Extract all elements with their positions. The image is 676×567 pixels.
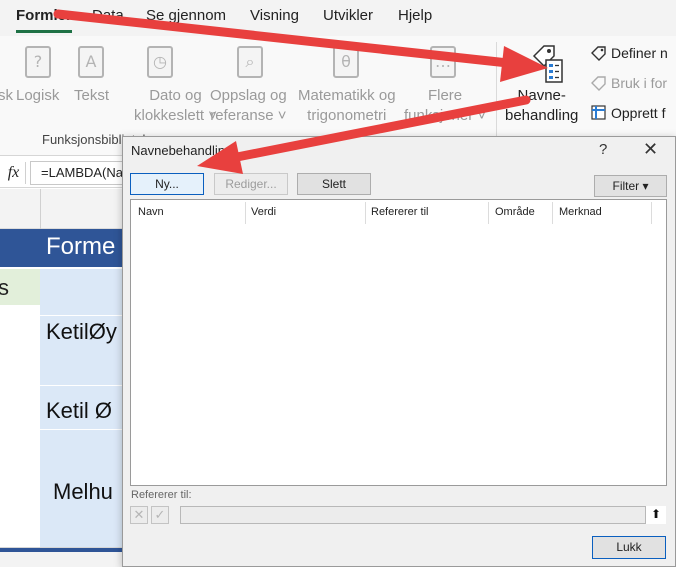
- close-icon[interactable]: ✕: [643, 139, 658, 160]
- theta-book-icon: θ: [333, 46, 359, 78]
- math-trig-functions-button[interactable]: Matematikk og trigonometri: [298, 86, 396, 126]
- tag-disabled-icon: [591, 76, 606, 91]
- names-list[interactable]: Navn Verdi Refererer til Område Merknad: [130, 199, 667, 486]
- text-book-icon: A: [78, 46, 104, 78]
- collapse-dialog-icon[interactable]: ⬆: [645, 506, 666, 524]
- filter-dropdown[interactable]: Filter ▾: [594, 175, 667, 197]
- column-separator[interactable]: [365, 202, 366, 224]
- more-functions-button[interactable]: Flere funksjoner ˅: [404, 86, 486, 126]
- column-separator[interactable]: [552, 202, 553, 224]
- create-from-selection-button[interactable]: Opprett f: [591, 105, 665, 121]
- date-time-functions-button[interactable]: Dato og klokkeslett ˅: [134, 86, 217, 126]
- new-name-button[interactable]: Ny...: [130, 173, 204, 195]
- define-name-button[interactable]: Definer n: [591, 45, 668, 61]
- create-from-selection-icon: [591, 105, 606, 120]
- cell-ketiloy[interactable]: KetilØy: [46, 319, 117, 345]
- table-header-text: Forme: [46, 233, 116, 260]
- active-tab-indicator: [16, 30, 72, 33]
- question-book-icon: ?: [25, 46, 51, 78]
- insert-function-icon[interactable]: fx: [2, 162, 26, 184]
- column-separator[interactable]: [245, 202, 246, 224]
- ribbon-item-cut-label: sk: [0, 87, 13, 104]
- row-divider: [40, 315, 122, 316]
- edit-name-button[interactable]: Rediger...: [214, 173, 288, 195]
- column-header-scope[interactable]: Område: [495, 206, 535, 218]
- clock-book-icon: ◷: [147, 46, 173, 78]
- dialog-title: Navnebehandling: [131, 143, 233, 158]
- column-header-refers-to[interactable]: Refererer til: [371, 206, 428, 218]
- column-header-comment[interactable]: Merknad: [559, 206, 602, 218]
- refers-to-label: Refererer til:: [131, 489, 192, 501]
- name-manager-dialog: Navnebehandling ? ✕ Ny... Rediger... Sle…: [122, 136, 676, 567]
- delete-name-button[interactable]: Slett: [297, 173, 371, 195]
- tab-visning[interactable]: Visning: [250, 7, 299, 24]
- ribbon-tab-bar: Formler Data Se gjennom Visning Utvikler…: [0, 0, 676, 36]
- tab-se-gjennom[interactable]: Se gjennom: [146, 7, 226, 24]
- close-button[interactable]: Lukk: [592, 536, 666, 559]
- cell-melhu[interactable]: Melhu: [53, 479, 113, 505]
- help-icon[interactable]: ?: [599, 141, 607, 158]
- cell-ketil-o[interactable]: Ketil Ø: [46, 398, 112, 424]
- tag-icon: [591, 46, 606, 61]
- logical-functions-button[interactable]: Logisk: [16, 86, 59, 106]
- name-manager-icon: [532, 45, 563, 83]
- name-manager-button[interactable]: Navne-behandling: [505, 86, 578, 126]
- tab-hjelp[interactable]: Hjelp: [398, 7, 432, 24]
- tab-utvikler[interactable]: Utvikler: [323, 7, 373, 24]
- column-header-area: [0, 189, 122, 229]
- column-header-divider: [40, 189, 41, 229]
- lookup-reference-functions-button[interactable]: Oppslag og referanse ˅: [210, 86, 287, 126]
- column-header-verdi[interactable]: Verdi: [251, 206, 276, 218]
- row-divider: [40, 429, 122, 430]
- use-in-formula-button[interactable]: Bruk i for: [591, 75, 667, 91]
- ribbon-separator: [496, 42, 497, 146]
- row-divider: [40, 385, 122, 386]
- column-header-navn[interactable]: Navn: [138, 206, 164, 218]
- formula-input[interactable]: =LAMBDA(Na: [30, 161, 130, 185]
- text-functions-button[interactable]: Tekst: [74, 86, 109, 106]
- sheet-bottom-accent: [0, 548, 122, 552]
- more-functions-book-icon: …: [430, 46, 456, 78]
- tab-data[interactable]: Data: [92, 7, 124, 24]
- confirm-edit-icon[interactable]: ✓: [151, 506, 169, 524]
- column-separator[interactable]: [488, 202, 489, 224]
- green-cell-text: s: [0, 275, 9, 300]
- refers-to-input[interactable]: [180, 506, 666, 524]
- search-book-icon: ⌕: [237, 46, 263, 78]
- tab-formler[interactable]: Formler: [16, 7, 72, 24]
- cancel-edit-icon[interactable]: ✕: [130, 506, 148, 524]
- column-separator[interactable]: [651, 202, 652, 224]
